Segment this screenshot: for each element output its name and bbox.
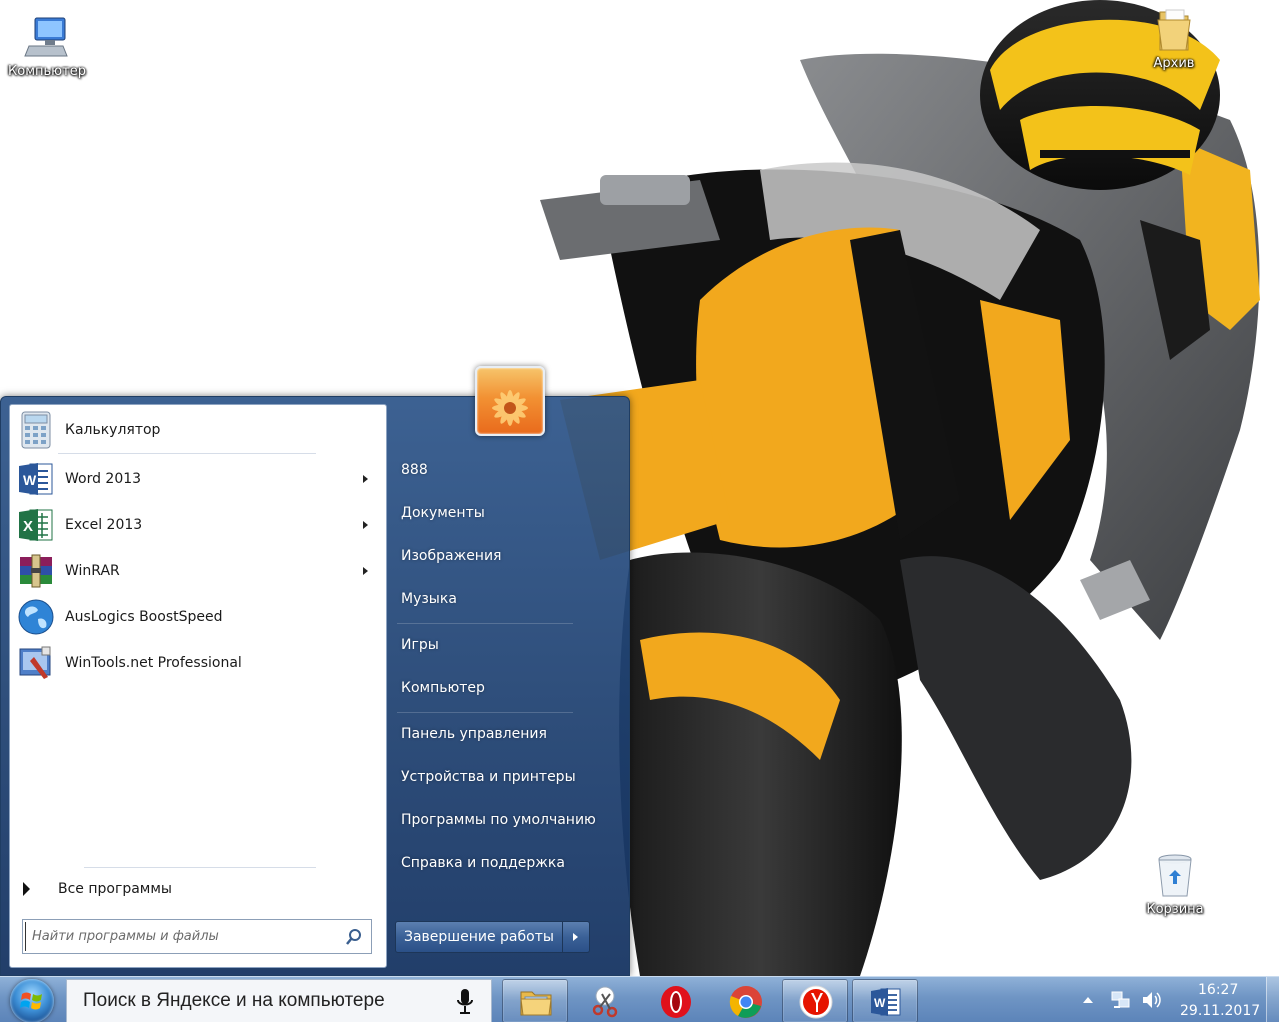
all-programs-button[interactable]: Все программы: [18, 875, 380, 903]
program-winrar[interactable]: WinRAR: [12, 549, 384, 593]
program-wintools-net[interactable]: WinTools.net Professional: [12, 641, 384, 685]
scissors-tool-icon: [592, 986, 618, 1018]
winrar-icon: [20, 554, 52, 588]
windows-logo-icon: [20, 992, 42, 1010]
word-icon: W: [871, 988, 901, 1016]
user-account-picture[interactable]: [475, 366, 545, 436]
opera-icon: [661, 986, 691, 1018]
start-link-computer[interactable]: Компьютер: [401, 680, 485, 696]
taskbar-chrome-button[interactable]: [712, 979, 778, 1022]
program-auslogics-boostspeed[interactable]: AusLogics BoostSpeed: [12, 595, 384, 639]
start-button[interactable]: [10, 979, 54, 1022]
yandex-browser-icon: [799, 985, 833, 1019]
show-hidden-icons-icon[interactable]: [1082, 995, 1094, 1005]
shutdown-options-arrow-icon[interactable]: [562, 921, 590, 953]
separator: [397, 623, 573, 624]
start-link-documents[interactable]: Документы: [401, 505, 485, 521]
submenu-arrow-icon[interactable]: [363, 521, 368, 529]
taskbar: Поиск в Яндексе и на компьютере W 16:27 …: [0, 976, 1279, 1022]
desktop-icon-computer[interactable]: Компьютер: [2, 14, 92, 79]
desktop-icon-archive[interactable]: Архив: [1129, 6, 1219, 71]
network-icon[interactable]: [1110, 989, 1132, 1011]
program-calculator[interactable]: Калькулятор: [12, 408, 384, 452]
yandex-search-text: Поиск в Яндексе и на компьютере: [83, 990, 385, 1011]
separator: [84, 867, 316, 868]
microphone-icon[interactable]: [457, 989, 473, 1015]
desktop-icon-label: Корзина: [1146, 902, 1204, 917]
start-link-default-programs[interactable]: Программы по умолчанию: [401, 812, 596, 828]
search-icon[interactable]: [345, 928, 363, 946]
clock-date[interactable]: 29.11.2017: [1180, 1003, 1260, 1019]
all-programs-label: Все программы: [58, 881, 172, 897]
desktop-icon-label: Компьютер: [8, 64, 86, 79]
start-search-box[interactable]: [22, 919, 372, 954]
globe-icon: [18, 599, 54, 635]
start-link-devices-printers[interactable]: Устройства и принтеры: [401, 769, 576, 785]
submenu-arrow-icon[interactable]: [363, 567, 368, 575]
taskbar-explorer-button[interactable]: [502, 979, 568, 1022]
program-label: WinRAR: [65, 563, 120, 579]
submenu-arrow-icon[interactable]: [363, 475, 368, 483]
word-icon: W: [19, 463, 53, 495]
desktop-icon-label: Архив: [1153, 56, 1195, 71]
show-desktop-button[interactable]: [1266, 977, 1279, 1022]
start-link-music[interactable]: Музыка: [401, 591, 457, 607]
svg-text:X: X: [23, 518, 33, 535]
excel-icon: X: [19, 509, 53, 541]
taskbar-word-button[interactable]: W: [852, 979, 918, 1022]
expand-arrow-icon: [23, 882, 30, 896]
program-excel-2013[interactable]: X Excel 2013: [12, 503, 384, 547]
start-link-control-panel[interactable]: Панель управления: [401, 726, 547, 742]
recycle-bin-icon: [1158, 854, 1192, 897]
volume-icon[interactable]: [1140, 989, 1162, 1011]
taskbar-opera-button[interactable]: [642, 979, 708, 1022]
shutdown-control: Завершение работы: [395, 921, 590, 953]
program-label: Word 2013: [65, 471, 142, 487]
program-word-2013[interactable]: W Word 2013: [12, 457, 384, 501]
wintools-icon: [19, 646, 51, 679]
start-menu: Калькулятор W Word 2013 X Excel 2013 Win…: [0, 366, 630, 976]
shutdown-button[interactable]: Завершение работы: [395, 921, 563, 953]
folder-icon: [1157, 9, 1191, 51]
computer-icon: [24, 17, 68, 57]
start-link-user-folder[interactable]: 888: [401, 462, 428, 478]
separator: [58, 453, 316, 454]
start-search-input[interactable]: [25, 922, 335, 951]
program-label: WinTools.net Professional: [65, 655, 242, 671]
taskbar-yandex-browser-button[interactable]: [782, 979, 848, 1022]
svg-text:W: W: [23, 472, 37, 488]
calculator-icon: [21, 411, 51, 449]
desktop-icon-recycle-bin[interactable]: Корзина: [1130, 852, 1220, 917]
svg-text:W: W: [874, 996, 886, 1010]
start-link-games[interactable]: Игры: [401, 637, 439, 653]
yandex-search-bar[interactable]: Поиск в Яндексе и на компьютере: [66, 979, 492, 1022]
start-menu-programs-pane: Калькулятор W Word 2013 X Excel 2013 Win…: [9, 404, 387, 968]
file-explorer-icon: [520, 991, 552, 1016]
start-link-pictures[interactable]: Изображения: [401, 548, 501, 564]
start-link-help-support[interactable]: Справка и поддержка: [401, 855, 565, 871]
system-tray: 16:27 29.11.2017: [1076, 977, 1279, 1022]
flower-icon: [492, 390, 528, 426]
taskbar-snipping-tool-button[interactable]: [572, 979, 638, 1022]
program-label: Калькулятор: [65, 422, 161, 438]
separator: [397, 712, 573, 713]
program-label: Excel 2013: [65, 517, 143, 533]
program-label: AusLogics BoostSpeed: [65, 609, 223, 625]
clock-time[interactable]: 16:27: [1198, 982, 1238, 998]
chrome-icon: [729, 986, 762, 1018]
